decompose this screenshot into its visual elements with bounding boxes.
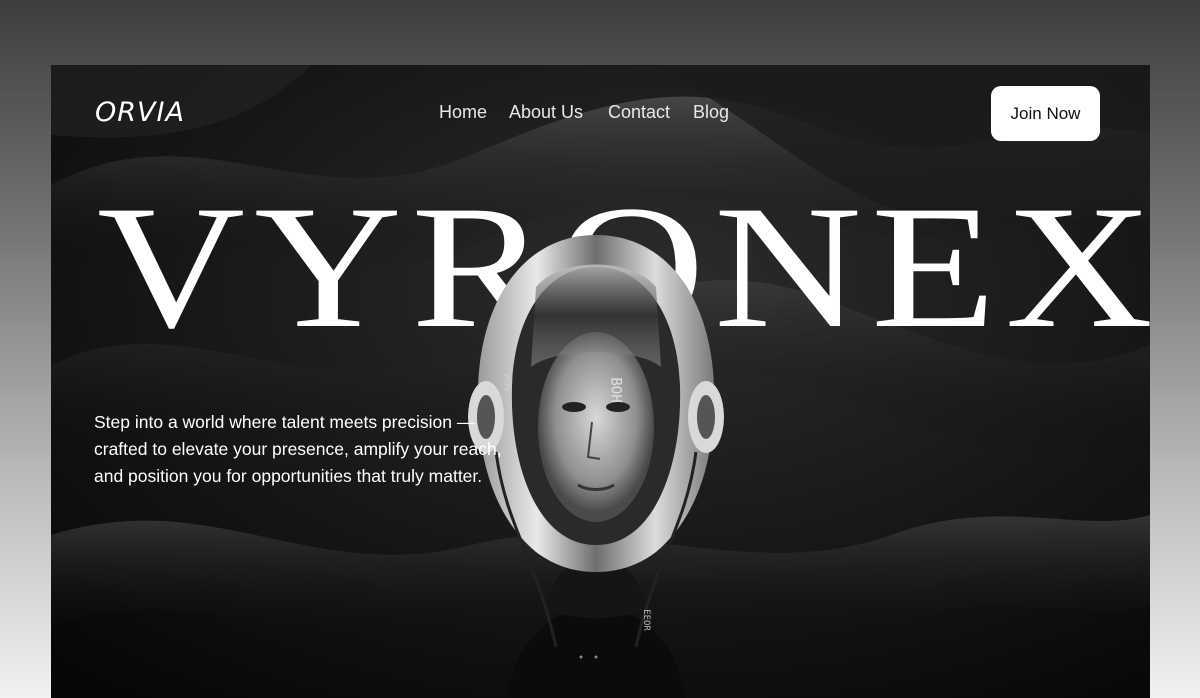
tagline-line-3: and position you for opportunities that … bbox=[94, 466, 483, 486]
tagline-line-1: Step into a world where talent meets pre… bbox=[94, 412, 475, 432]
helmet-text-left: AOV bbox=[501, 374, 513, 393]
nav-item-home[interactable]: Home bbox=[439, 102, 487, 123]
nav-item-blog[interactable]: Blog bbox=[693, 102, 729, 123]
collar-text: EEOR bbox=[640, 609, 651, 631]
tagline-line-2: crafted to elevate your presence, amplif… bbox=[94, 439, 502, 459]
helmet-text-right: BOH bbox=[607, 377, 624, 403]
main-nav: Home About Us Contact Blog bbox=[51, 102, 1150, 126]
hero-tagline: Step into a world where talent meets pre… bbox=[94, 409, 502, 490]
nav-item-about-us[interactable]: About Us bbox=[509, 102, 583, 123]
join-now-button[interactable]: Join Now bbox=[991, 86, 1100, 141]
helmet-figure-image bbox=[466, 227, 726, 698]
nav-item-contact[interactable]: Contact bbox=[608, 102, 670, 123]
hero-section: ORVIA Home About Us Contact Blog Join No… bbox=[51, 65, 1150, 698]
